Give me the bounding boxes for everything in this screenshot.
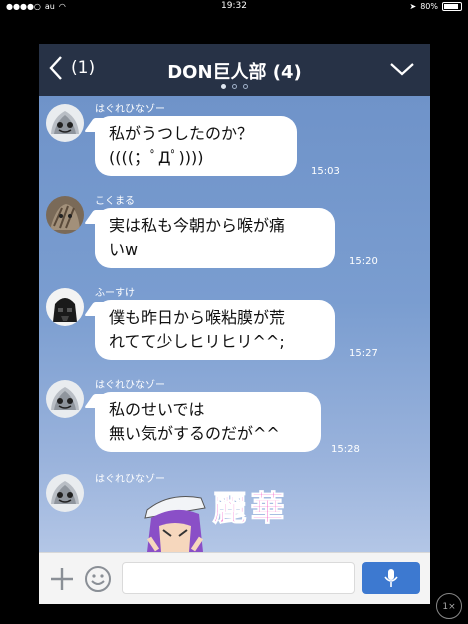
message-input[interactable] [122, 562, 355, 594]
message-time: 15:03 [311, 166, 340, 177]
message-time: 15:27 [349, 348, 378, 359]
avatar[interactable] [46, 380, 84, 418]
metal-slime-avatar-icon [46, 474, 84, 512]
voice-button[interactable] [362, 562, 420, 594]
message-line: 私がうつしたのか？ [109, 124, 254, 143]
sticker-text: 華麗 [206, 490, 285, 525]
chat-header: (1) DON巨人部 (4) [39, 44, 430, 96]
battery-percent: 80% [420, 2, 438, 11]
zoom-button[interactable]: 1× [436, 593, 462, 619]
metal-slime-avatar-icon [46, 380, 84, 418]
sender-name: はぐれひなゾー [95, 104, 165, 115]
status-bar: ●●●●○ au ◠ 19:32 ➤ 80% [0, 0, 468, 14]
avatar[interactable] [46, 104, 84, 142]
page-dot [243, 84, 248, 89]
status-time: 19:32 [221, 1, 247, 11]
cat-avatar-icon [46, 196, 84, 234]
status-right: ➤ 80% [410, 2, 462, 11]
message-line: 僕も昨日から喉粘膜が荒 [109, 308, 286, 327]
message-list[interactable]: はぐれひなゾー 私がうつしたのか？ ((((；ﾟДﾟ)))) 15:03 こくま… [39, 96, 430, 552]
page-indicator [39, 84, 430, 89]
chevron-down-icon[interactable] [390, 62, 414, 76]
message-line: れてて少しヒリヒリ^^; [109, 332, 285, 351]
page-dot [232, 84, 237, 89]
emoji-icon[interactable] [84, 565, 112, 593]
avatar[interactable] [46, 474, 84, 512]
message-time: 15:20 [349, 256, 378, 267]
line-chat-window: (1) DON巨人部 (4) はぐれひなゾー 私がうつしたのか？ ((((；ﾟД… [39, 44, 430, 604]
message-bubble[interactable]: 私がうつしたのか？ ((((；ﾟДﾟ)))) [95, 116, 297, 176]
avatar[interactable] [46, 288, 84, 326]
message-bubble[interactable]: 実は私も今朝から喉が痛 いw [95, 208, 335, 268]
sender-name: ふーすけ [95, 288, 135, 299]
sender-name: はぐれひなゾー [95, 380, 165, 391]
message-line: ((((；ﾟДﾟ)))) [109, 148, 204, 167]
sender-name: はぐれひなゾー [95, 474, 165, 485]
microphone-icon [384, 569, 398, 587]
message-bubble[interactable]: 僕も昨日から喉粘膜が荒 れてて少しヒリヒリ^^; [95, 300, 335, 360]
message-line: いw [109, 240, 139, 259]
plus-icon[interactable] [49, 566, 75, 592]
avatar[interactable] [46, 196, 84, 234]
message-time: 15:28 [331, 444, 360, 455]
sender-name: こくまる [95, 196, 135, 207]
vader-avatar-icon [46, 288, 84, 326]
message-bubble[interactable]: 私のせいでは 無い気がするのだが^^ [95, 392, 321, 452]
input-bar [39, 552, 430, 604]
metal-slime-avatar-icon [46, 104, 84, 142]
message-line: 私のせいでは [109, 400, 205, 419]
message-line: 無い気がするのだが^^ [109, 424, 280, 443]
message-line: 実は私も今朝から喉が痛 [109, 216, 286, 235]
sticker-message[interactable]: 華麗 [139, 490, 299, 552]
page-dot [221, 84, 226, 89]
location-icon: ➤ [409, 2, 417, 11]
battery-icon [442, 2, 462, 11]
chat-title: DON巨人部 (4) [167, 62, 302, 83]
